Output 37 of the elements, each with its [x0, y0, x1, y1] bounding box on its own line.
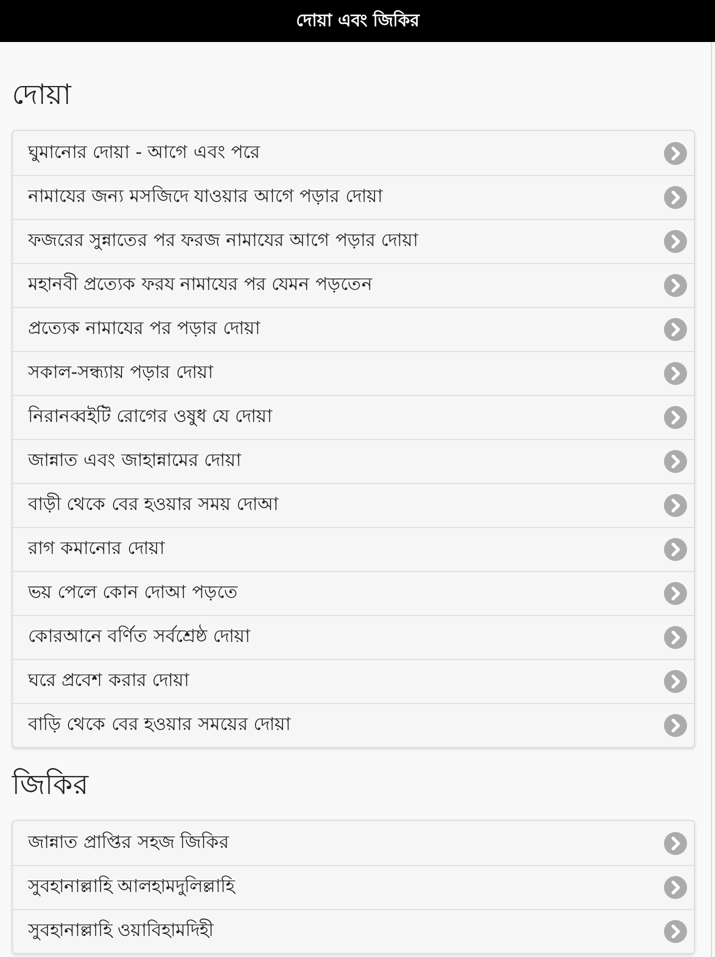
chevron-right-icon	[664, 274, 687, 297]
chevron-right-icon	[664, 230, 687, 253]
list-item[interactable]: সুবহানাল্লাহি আলহামদুলিল্লাহি	[13, 865, 694, 909]
chevron-right-icon	[664, 362, 687, 385]
chevron-right-icon	[664, 406, 687, 429]
chevron-right-icon	[664, 714, 687, 737]
list-item[interactable]: সকাল-সন্ধ্যায় পড়ার দোয়া	[13, 351, 694, 395]
list-item[interactable]: ভয় পেলে কোন দোআ পড়তে	[13, 571, 694, 615]
chevron-right-icon	[664, 538, 687, 561]
chevron-right-icon	[664, 920, 687, 943]
chevron-right-icon	[664, 318, 687, 341]
list-item[interactable]: জান্নাত প্রাপ্তির সহজ জিকির	[13, 821, 694, 865]
list-item[interactable]: মহানবী প্রত্যেক ফরয নামাযের পর যেমন পড়তেন	[13, 263, 694, 307]
page-title: দোয়া এবং জিকির	[296, 9, 419, 33]
chevron-right-icon	[664, 494, 687, 517]
list-item[interactable]: ঘুমানোর দোয়া - আগে এবং পরে	[13, 131, 694, 175]
chevron-right-icon	[664, 670, 687, 693]
chevron-right-icon	[664, 142, 687, 164]
chevron-right-icon	[664, 582, 687, 605]
list-item[interactable]: ফজরের সুন্নাতের পর ফরজ নামাযের আগে পড়ার দোয়া	[13, 219, 694, 263]
chevron-right-icon	[664, 450, 687, 473]
list-item[interactable]: সুবহানাল্লাহি ওয়াবিহামদিহী	[13, 909, 694, 953]
list-item[interactable]: কোরআনে বর্ণিত সর্বশ্রেষ্ঠ দোয়া	[13, 615, 694, 659]
list-item[interactable]: নামাযের জন্য মসজিদে যাওয়ার আগে পড়ার দোয়া	[13, 175, 694, 219]
chevron-right-icon	[664, 626, 687, 649]
section-heading: জিকির	[12, 768, 88, 802]
chevron-right-icon	[664, 186, 687, 209]
chevron-right-icon	[664, 876, 687, 899]
list-item[interactable]: রাগ কমানোর দোয়া	[13, 527, 694, 571]
list-item[interactable]: ঘরে প্রবেশ করার দোয়া	[13, 659, 694, 703]
chevron-right-icon	[664, 832, 687, 854]
list-item[interactable]: জান্নাত এবং জাহান্নামের দোয়া	[13, 439, 694, 483]
list-item[interactable]: বাড়ি থেকে বের হওয়ার সময়ের দোয়া	[13, 703, 694, 747]
list-item[interactable]: প্রত্যেক নামাযের পর পড়ার দোয়া	[13, 307, 694, 351]
section-heading: দোয়া	[12, 78, 71, 112]
list-item[interactable]: নিরানব্বইটি রোগের ওষুধ যে দোয়া	[13, 395, 694, 439]
list-item[interactable]: বাড়ী থেকে বের হওয়ার সময় দোআ	[13, 483, 694, 527]
